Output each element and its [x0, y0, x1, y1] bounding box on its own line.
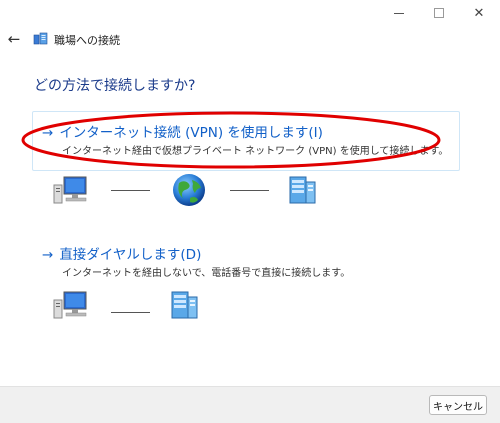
- option-dial-title: → 直接ダイヤルします(D): [42, 243, 201, 263]
- network-server-icon: [171, 291, 198, 319]
- window-title: 職場への接続: [54, 34, 120, 47]
- page-heading: どの方法で接続しますか?: [34, 78, 196, 94]
- arrow-right-icon: →: [42, 125, 54, 141]
- option-direct-dial[interactable]: → 直接ダイヤルします(D) インターネットを経由しないで、電話番号で直接に接続し…: [32, 233, 460, 293]
- option-dial-label: 直接ダイヤルします(D): [59, 247, 202, 263]
- option-dial-description: インターネットを経由しないで、電話番号で直接に接続します。: [62, 268, 351, 279]
- footer-bar: キャンセル: [0, 386, 500, 423]
- close-button[interactable]: ✕: [459, 0, 499, 26]
- vpn-diagram: [0, 172, 500, 212]
- network-connection-icon: [33, 32, 48, 45]
- computer-icon: [53, 176, 87, 204]
- back-button[interactable]: ←: [6, 30, 22, 48]
- computer-icon: [53, 291, 87, 319]
- option-vpn-title: → インターネット接続 (VPN) を使用します(I): [42, 121, 323, 141]
- title-bar: ✕: [0, 0, 500, 28]
- maximize-button[interactable]: [419, 0, 459, 26]
- globe-icon: [173, 174, 205, 206]
- option-vpn-description: インターネット経由で仮想プライベート ネットワーク (VPN) を使用して接続し…: [62, 146, 449, 157]
- arrow-right-icon: →: [42, 247, 54, 263]
- back-arrow-icon: ←: [7, 30, 21, 48]
- minimize-icon: [394, 12, 404, 14]
- connection-line: [230, 190, 269, 191]
- cancel-button[interactable]: キャンセル: [429, 395, 487, 415]
- minimize-button[interactable]: [379, 0, 419, 26]
- connection-line: [111, 190, 150, 191]
- navigation-bar: ← 職場への接続: [0, 28, 500, 52]
- close-icon: ✕: [473, 5, 485, 21]
- maximize-icon: [434, 8, 444, 18]
- window: ✕ ← 職場への接続 どの方法で接続しますか? → インターネット接続 (VPN)…: [0, 0, 500, 423]
- network-server-icon: [289, 176, 316, 204]
- connection-line: [111, 312, 150, 313]
- option-vpn-label: インターネット接続 (VPN) を使用します(I): [59, 125, 323, 141]
- dial-diagram: [0, 287, 500, 327]
- option-vpn[interactable]: → インターネット接続 (VPN) を使用します(I) インターネット経由で仮想プ…: [32, 111, 460, 171]
